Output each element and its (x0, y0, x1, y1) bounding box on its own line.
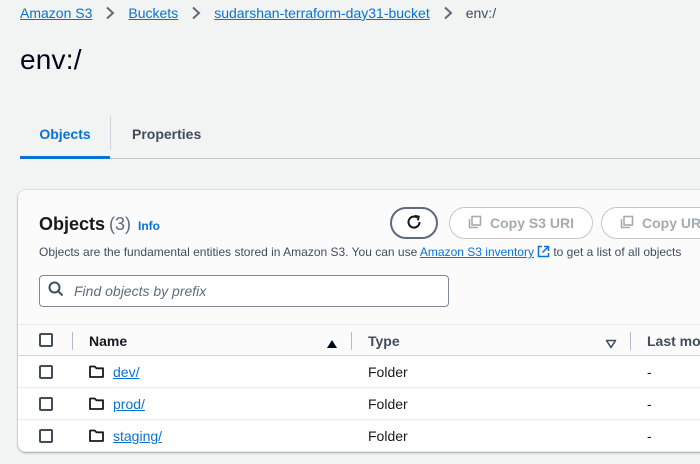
copy-url-button[interactable]: Copy UR (601, 207, 700, 239)
table-row: prod/ Folder - (18, 388, 700, 420)
objects-heading: Objects (3) (39, 214, 131, 235)
copy-url-label: Copy UR (642, 215, 700, 231)
object-last-modified: - (647, 364, 652, 380)
breadcrumb-amazon-s3[interactable]: Amazon S3 (20, 5, 92, 21)
search-input[interactable] (74, 283, 434, 299)
object-name-link[interactable]: prod/ (113, 396, 145, 412)
tab-objects[interactable]: Objects (20, 110, 110, 159)
column-divider[interactable] (351, 332, 352, 350)
s3-inventory-link[interactable]: Amazon S3 inventory (420, 245, 534, 259)
object-type: Folder (368, 428, 408, 444)
chevron-right-icon (190, 6, 202, 20)
column-header-type[interactable]: Type (368, 325, 400, 357)
objects-panel-header: Objects (3) Info Copy S3 URI Copy UR Obj… (18, 190, 700, 324)
search-box (39, 275, 449, 307)
object-last-modified: - (647, 396, 652, 412)
copy-s3-uri-button[interactable]: Copy S3 URI (449, 207, 593, 239)
refresh-icon (405, 213, 423, 234)
sort-ascending-icon[interactable] (326, 336, 338, 354)
table-row: staging/ Folder - (18, 420, 700, 452)
external-link-icon[interactable] (537, 245, 550, 261)
tab-bar: Objects Properties (20, 110, 700, 159)
row-checkbox[interactable] (39, 365, 53, 379)
refresh-button[interactable] (390, 207, 438, 239)
copy-icon (468, 215, 482, 232)
row-checkbox[interactable] (39, 429, 53, 443)
chevron-right-icon (104, 6, 116, 20)
object-name-link[interactable]: staging/ (113, 428, 162, 444)
column-header-last-modified[interactable]: Last mo (647, 325, 700, 357)
select-all-checkbox[interactable] (39, 333, 53, 347)
folder-icon (89, 365, 104, 383)
table-row: dev/ Folder - (18, 356, 700, 388)
breadcrumb-buckets[interactable]: Buckets (128, 5, 178, 21)
info-link[interactable]: Info (138, 219, 160, 233)
object-name-link[interactable]: dev/ (113, 364, 139, 380)
table-header: Name Type Last mo (18, 324, 700, 356)
object-type: Folder (368, 396, 408, 412)
description-text: Objects are the fundamental entities sto… (39, 245, 420, 259)
breadcrumb: Amazon S3 Buckets sudarshan-terraform-da… (20, 4, 496, 22)
objects-panel: Objects (3) Info Copy S3 URI Copy UR Obj… (18, 190, 700, 452)
search-icon (48, 281, 64, 302)
row-checkbox[interactable] (39, 397, 53, 411)
column-divider[interactable] (630, 332, 631, 350)
tab-divider (110, 116, 111, 150)
description-text-end: to get a list of all objects (549, 245, 682, 259)
sort-icon[interactable] (605, 336, 617, 354)
folder-icon (89, 429, 104, 447)
objects-count: (3) (109, 214, 132, 234)
tab-properties[interactable]: Properties (132, 110, 201, 158)
breadcrumb-bucket[interactable]: sudarshan-terraform-day31-bucket (214, 5, 430, 21)
copy-s3-uri-label: Copy S3 URI (489, 215, 574, 231)
objects-heading-label: Objects (39, 214, 106, 234)
object-type: Folder (368, 364, 408, 380)
folder-icon (89, 397, 104, 415)
objects-description: Objects are the fundamental entities sto… (39, 245, 681, 261)
object-last-modified: - (647, 428, 652, 444)
page-title: env:/ (20, 44, 82, 75)
column-header-name[interactable]: Name (89, 325, 127, 357)
breadcrumb-current: env:/ (465, 5, 497, 21)
copy-icon (620, 215, 634, 232)
chevron-right-icon (442, 6, 454, 20)
column-divider (72, 332, 73, 350)
